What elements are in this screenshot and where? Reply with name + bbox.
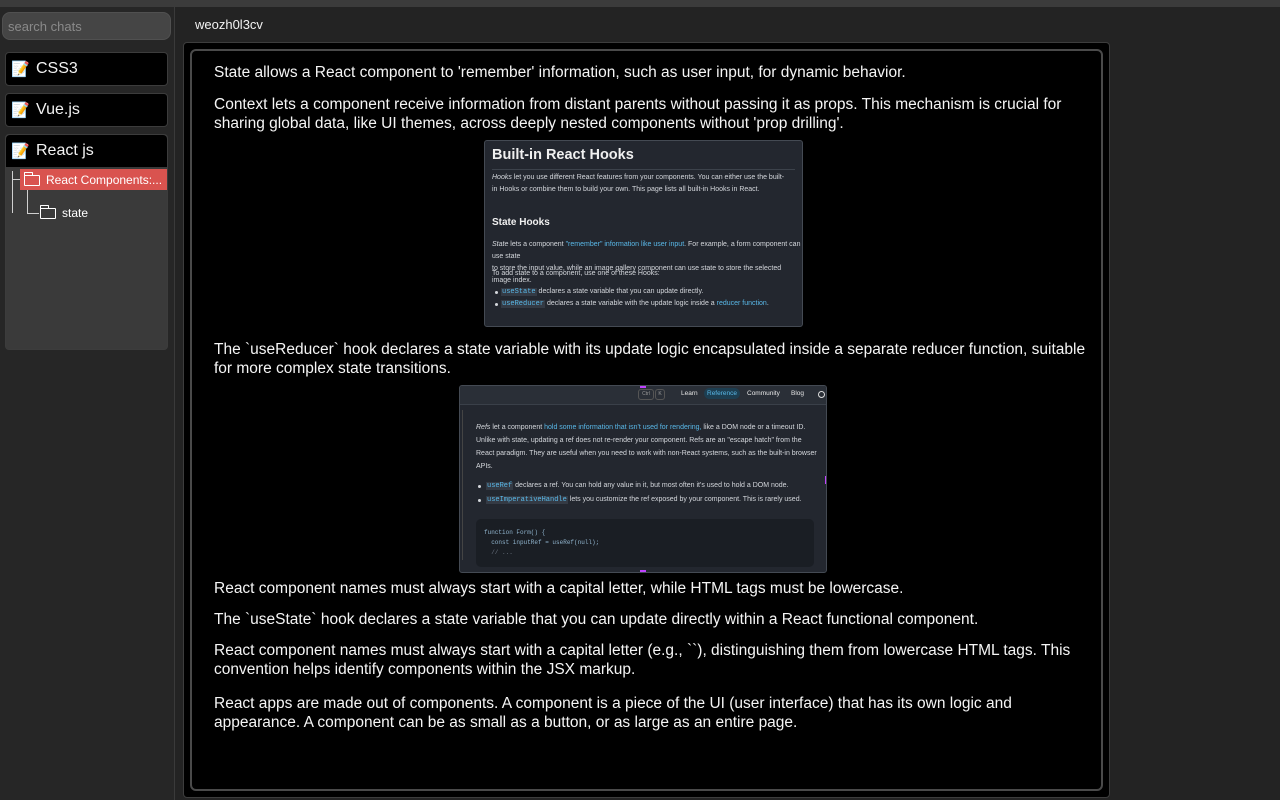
code-block: function Form() { const inputRef = useRe… [476, 519, 814, 567]
bullet [495, 303, 498, 306]
tree-line [12, 179, 20, 180]
tree-line [12, 171, 13, 213]
nav-blog: Blog [791, 390, 805, 397]
selection-handle [640, 386, 646, 388]
content-rule [462, 410, 463, 560]
message-text: Context lets a component receive informa… [214, 96, 1062, 132]
emphasis: Refs [476, 424, 491, 431]
message-screenshot-hooks[interactable]: Built-in React Hooks Hooks let you use d… [484, 140, 803, 327]
screenshot-navbar: Ctrl K Learn Reference Community Blog [460, 386, 826, 405]
code-line: // ... [484, 549, 513, 556]
message-text: React component names must always start … [214, 642, 1071, 678]
chat-title: Vue.js [36, 101, 80, 118]
message-text: The `useState` hook declares a state var… [214, 611, 979, 628]
nav-community: Community [747, 390, 780, 397]
memo-icon: 📝 [11, 102, 30, 119]
folder-icon [40, 204, 56, 219]
nav-learn: Learn [681, 390, 698, 397]
screenshot-list-item: useRef declares a ref. You can hold any … [486, 480, 789, 492]
selection-handle [825, 476, 826, 484]
screenshot-paragraph: Hooks let you use different React featur… [492, 172, 784, 196]
tree-node-state[interactable]: state [36, 202, 88, 223]
text: declares a ref. You can hold any value i… [513, 482, 789, 489]
link: hold some information that isn't used fo… [544, 424, 702, 431]
screenshot-list-item: useReducer declares a state variable wit… [501, 298, 769, 310]
chat-item-reactjs[interactable]: 📝 React js React Components:... state [5, 134, 168, 350]
kbd-k: K [655, 389, 665, 400]
code: useState [501, 288, 537, 296]
chat-item-css3[interactable]: 📝 CSS3 [5, 52, 168, 86]
text: React paradigm. They are useful when you… [476, 450, 817, 457]
folder-open-icon [24, 171, 40, 186]
tree-node-react-components[interactable]: React Components:... [20, 169, 167, 190]
screenshot-paragraph: Refs let a component hold some informati… [476, 421, 817, 473]
memo-icon: 📝 [11, 61, 30, 78]
message-text: The `useReducer` hook declares a state v… [214, 341, 1086, 377]
chat-title: React js [36, 142, 94, 159]
code: useReducer [501, 300, 546, 308]
text: lets you customize the ref exposed by yo… [567, 496, 802, 503]
tree-node-label: state [62, 205, 89, 220]
bullet [495, 291, 498, 294]
text: in Hooks or combine them to build your o… [492, 186, 760, 193]
sidebar: 📝 CSS3 📝 Vue.js 📝 React js React Compone… [0, 7, 175, 800]
top-strip [0, 0, 1280, 7]
screenshot-subheading: State Hooks [492, 217, 550, 228]
message-text: React apps are made out of components. A… [214, 695, 1012, 731]
theme-toggle-icon [818, 391, 825, 398]
code-line: function Form() { [484, 529, 546, 536]
text: let you use different React features fro… [511, 174, 785, 181]
text: Unlike with state, updating a ref does n… [476, 437, 802, 444]
link: reducer function [716, 300, 767, 307]
room-title: weozh0l3cv [195, 17, 263, 32]
screenshot-paragraph: To add state to a component, use one of … [492, 270, 660, 277]
search-input[interactable] [2, 12, 171, 40]
message-screenshot-refs[interactable]: Ctrl K Learn Reference Community Blog Re… [459, 385, 827, 573]
tree-node-label: React Components:... [46, 172, 163, 187]
link: "remember" information like user input [565, 241, 685, 248]
bullet [478, 499, 481, 502]
text: lets a component [508, 241, 566, 248]
tree-line [27, 189, 28, 213]
divider [492, 169, 795, 170]
screenshot-list-item: useState declares a state variable that … [501, 286, 703, 298]
message-text: React component names must always start … [214, 580, 904, 597]
message-text: State allows a React component to 'remem… [214, 64, 906, 81]
chat-tree: React Components:... state [6, 167, 167, 351]
chat-item-vuejs[interactable]: 📝 Vue.js [5, 93, 168, 127]
chat-title: CSS3 [36, 60, 78, 77]
kbd-ctrl: Ctrl [638, 389, 654, 400]
memo-icon: 📝 [11, 143, 30, 160]
emphasis: State [492, 241, 509, 248]
text: declares a state variable that you can u… [536, 288, 704, 295]
screenshot-list-item: useImperativeHandle lets you customize t… [486, 494, 802, 506]
text: let a component [490, 424, 545, 431]
code-line: const inputRef = useRef(null); [484, 539, 600, 546]
emphasis: Hooks [492, 174, 512, 181]
code: useImperativeHandle [486, 496, 568, 504]
code: useRef [486, 482, 514, 490]
bullet [478, 485, 481, 488]
screenshot-heading: Built-in React Hooks [492, 147, 634, 163]
nav-reference: Reference [704, 388, 740, 399]
text: like a DOM node or a timeout ID. [701, 424, 806, 431]
text: declares a state variable with the updat… [545, 300, 717, 307]
text: APIs. [476, 463, 493, 470]
text: . [766, 300, 769, 307]
selection-handle [640, 570, 646, 572]
